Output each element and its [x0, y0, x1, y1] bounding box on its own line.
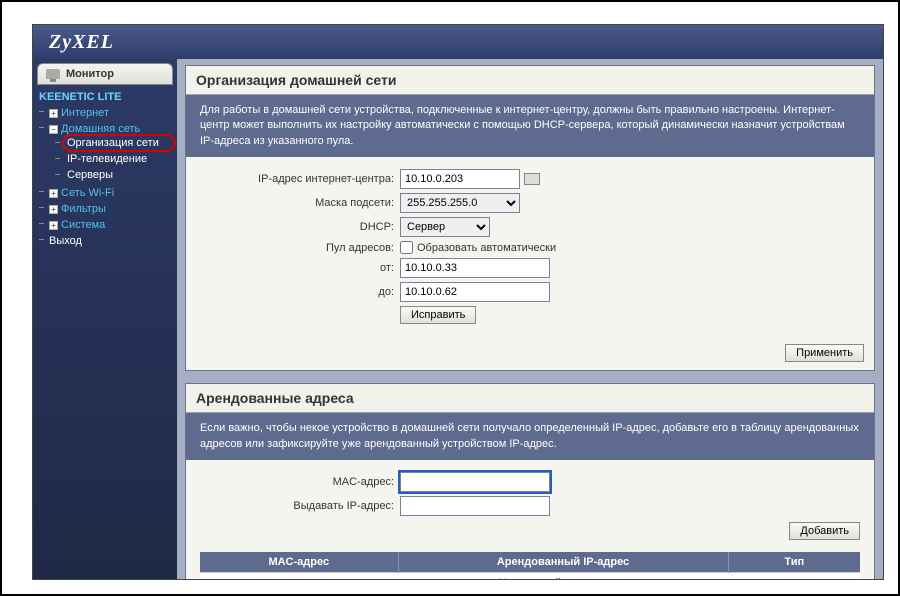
- table-empty: Нет записей: [200, 572, 860, 579]
- device-name: KEENETIC LITE: [33, 89, 177, 105]
- nic-icon[interactable]: [524, 173, 540, 185]
- pool-from-input[interactable]: [400, 258, 550, 278]
- nav-label: Сеть Wi-Fi: [61, 187, 114, 199]
- add-button[interactable]: Добавить: [789, 522, 860, 540]
- pool-auto-checkbox[interactable]: [400, 241, 413, 254]
- nav-servers[interactable]: Серверы: [63, 167, 175, 183]
- panel-title: Арендованные адреса: [186, 384, 874, 413]
- mac-label: MAC-адрес:: [200, 476, 400, 488]
- collapse-icon[interactable]: −: [49, 125, 58, 134]
- nav-sub-label: Серверы: [67, 169, 113, 181]
- nav-label: Выход: [49, 235, 82, 247]
- nav-label: Фильтры: [61, 203, 106, 215]
- pool-label: Пул адресов:: [200, 242, 400, 254]
- nav-system[interactable]: +Система: [39, 217, 177, 233]
- nav-wifi[interactable]: +Сеть Wi-Fi: [39, 185, 177, 201]
- nav-label: Интернет: [61, 107, 109, 119]
- monitor-tab[interactable]: Монитор: [37, 63, 173, 85]
- panel-leases: Арендованные адреса Если важно, чтобы не…: [185, 383, 875, 579]
- nav-internet[interactable]: +Интернет: [39, 105, 177, 121]
- col-ip: Арендованный IP-адрес: [398, 552, 728, 573]
- monitor-label: Монитор: [66, 68, 114, 80]
- nav-org-net[interactable]: Организация сети: [63, 135, 175, 151]
- mac-input[interactable]: [400, 472, 550, 492]
- nav-iptv[interactable]: IP-телевидение: [63, 151, 175, 167]
- brand-logo: ZyXEL: [49, 31, 114, 54]
- pool-auto-label: Образовать автоматически: [417, 242, 556, 254]
- monitor-icon: [46, 69, 60, 79]
- panel-home-net: Организация домашней сети Для работы в д…: [185, 65, 875, 371]
- panel-desc: Если важно, чтобы некое устройство в дом…: [186, 413, 874, 460]
- dhcp-label: DHCP:: [200, 221, 400, 233]
- lease-ip-input[interactable]: [400, 496, 550, 516]
- from-label: от:: [200, 262, 400, 274]
- mask-select[interactable]: 255.255.255.0: [400, 193, 520, 213]
- apply-button[interactable]: Применить: [785, 344, 864, 362]
- nav-sub-label: Организация сети: [67, 137, 159, 149]
- header: ZyXEL: [33, 25, 883, 59]
- pool-to-input[interactable]: [400, 282, 550, 302]
- lease-ip-label: Выдавать IP-адрес:: [200, 500, 400, 512]
- to-label: до:: [200, 286, 400, 298]
- nav-exit[interactable]: Выход: [39, 233, 177, 249]
- sidebar: Монитор KEENETIC LITE +Интернет −Домашня…: [33, 59, 177, 579]
- mask-label: Маска подсети:: [200, 197, 400, 209]
- panel-desc: Для работы в домашней сети устройства, п…: [186, 95, 874, 157]
- ip-label: IP-адрес интернет-центра:: [200, 173, 400, 185]
- col-type: Тип: [728, 552, 860, 573]
- dhcp-select[interactable]: Сервер: [400, 217, 490, 237]
- nav-label: Система: [61, 219, 105, 231]
- nav-filters[interactable]: +Фильтры: [39, 201, 177, 217]
- fix-button[interactable]: Исправить: [400, 306, 476, 324]
- expand-icon[interactable]: +: [49, 109, 58, 118]
- panel-title: Организация домашней сети: [186, 66, 874, 95]
- ip-input[interactable]: [400, 169, 520, 189]
- expand-icon[interactable]: +: [49, 205, 58, 214]
- expand-icon[interactable]: +: [49, 189, 58, 198]
- content-area: Организация домашней сети Для работы в д…: [177, 59, 883, 579]
- expand-icon[interactable]: +: [49, 221, 58, 230]
- col-mac: MAC-адрес: [200, 552, 398, 573]
- nav-label: Домашняя сеть: [61, 123, 140, 135]
- lease-table: MAC-адрес Арендованный IP-адрес Тип Нет …: [200, 552, 860, 579]
- nav-sub-label: IP-телевидение: [67, 153, 147, 165]
- nav-home-net[interactable]: −Домашняя сеть Организация сети IP-телев…: [39, 121, 177, 185]
